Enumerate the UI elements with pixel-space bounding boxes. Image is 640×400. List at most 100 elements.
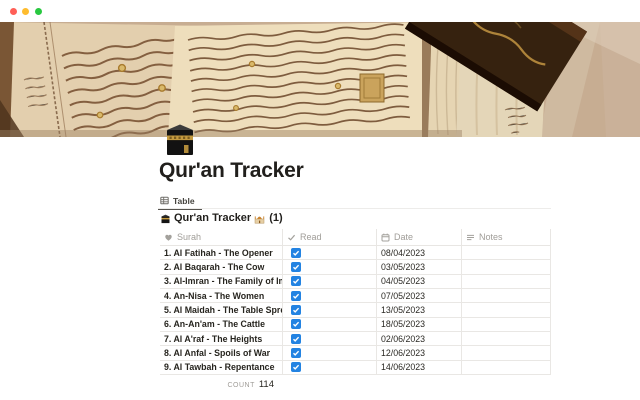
table-row: 4. An-Nisa - The Women 07/05/2023 (160, 289, 551, 303)
surah-cell[interactable]: 9. Al Tawbah - Repentance (160, 361, 283, 374)
date-cell[interactable]: 03/05/2023 (377, 260, 462, 273)
date-text: 04/05/2023 (381, 276, 425, 286)
date-text: 08/04/2023 (381, 248, 425, 258)
page-cover-image (0, 22, 640, 137)
date-cell[interactable]: 04/05/2023 (377, 275, 462, 288)
surah-cell[interactable]: 2. Al Baqarah - The Cow (160, 260, 283, 273)
tab-label: Table (173, 196, 195, 206)
surah-cell[interactable]: 3. Al-Imran - The Family of Imran (160, 275, 283, 288)
date-cell[interactable]: 08/04/2023 (377, 246, 462, 259)
read-checkbox[interactable] (291, 276, 301, 286)
notes-cell[interactable] (462, 346, 551, 359)
notes-cell[interactable] (462, 361, 551, 374)
tab-table[interactable]: Table (158, 193, 202, 210)
surah-text: 5. Al Maidah - The Table Spread (164, 305, 283, 315)
fullscreen-button[interactable] (35, 8, 42, 15)
checkmark-icon (292, 277, 300, 285)
date-text: 07/05/2023 (381, 291, 425, 301)
column-label: Notes (479, 232, 503, 242)
view-tab-bar: Table (158, 192, 551, 209)
notes-cell[interactable] (462, 289, 551, 302)
kaaba-emoji-icon (160, 118, 200, 158)
surah-text: 6. An-An'am - The Cattle (164, 319, 265, 329)
read-cell[interactable] (283, 275, 377, 288)
notes-cell[interactable] (462, 246, 551, 259)
date-text: 03/05/2023 (381, 262, 425, 272)
page-icon-kaaba[interactable] (160, 118, 200, 158)
count-value: 114 (259, 379, 274, 390)
read-cell[interactable] (283, 246, 377, 259)
column-label: Surah (177, 232, 201, 242)
date-text: 18/05/2023 (381, 319, 425, 329)
checkmark-icon (292, 263, 300, 271)
mosque-emoji-icon (254, 213, 265, 224)
database-table: Surah Read Date Notes 1. Al Fatihah - Th… (160, 229, 551, 375)
date-text: 12/06/2023 (381, 348, 425, 358)
kaaba-emoji-icon-small (160, 213, 171, 224)
table-header-row: Surah Read Date Notes (160, 229, 551, 246)
surah-cell[interactable]: 6. An-An'am - The Cattle (160, 318, 283, 331)
read-cell[interactable] (283, 260, 377, 273)
notes-cell[interactable] (462, 275, 551, 288)
notes-cell[interactable] (462, 332, 551, 345)
database-header[interactable]: Qur'an Tracker (1) (160, 212, 283, 224)
table-row: 1. Al Fatihah - The Opener 08/04/2023 (160, 246, 551, 260)
surah-cell[interactable]: 7. Al A'raf - The Heights (160, 332, 283, 345)
surah-cell[interactable]: 4. An-Nisa - The Women (160, 289, 283, 302)
column-header-date[interactable]: Date (377, 229, 462, 245)
checkmark-icon (292, 363, 300, 371)
date-cell[interactable]: 12/06/2023 (377, 346, 462, 359)
table-row: 7. Al A'raf - The Heights 02/06/2023 (160, 332, 551, 346)
read-cell[interactable] (283, 289, 377, 302)
read-checkbox[interactable] (291, 348, 301, 358)
notes-cell[interactable] (462, 318, 551, 331)
table-row: 9. Al Tawbah - Repentance 14/06/2023 (160, 361, 551, 375)
text-lines-icon (466, 233, 475, 242)
minimize-button[interactable] (22, 8, 29, 15)
database-view-count: (1) (269, 212, 282, 224)
count-footer[interactable]: COUNT 114 (160, 379, 274, 390)
column-header-surah[interactable]: Surah (160, 229, 283, 245)
read-cell[interactable] (283, 318, 377, 331)
read-checkbox[interactable] (291, 334, 301, 344)
table-row: 6. An-An'am - The Cattle 18/05/2023 (160, 318, 551, 332)
read-checkbox[interactable] (291, 362, 301, 372)
read-checkbox[interactable] (291, 319, 301, 329)
surah-text: 4. An-Nisa - The Women (164, 291, 264, 301)
surah-text: 8. Al Anfal - Spoils of War (164, 348, 270, 358)
read-checkbox[interactable] (291, 248, 301, 258)
window-titlebar (0, 0, 640, 22)
surah-cell[interactable]: 1. Al Fatihah - The Opener (160, 246, 283, 259)
surah-cell[interactable]: 5. Al Maidah - The Table Spread (160, 303, 283, 316)
date-cell[interactable]: 14/06/2023 (377, 361, 462, 374)
read-cell[interactable] (283, 332, 377, 345)
date-cell[interactable]: 07/05/2023 (377, 289, 462, 302)
read-checkbox[interactable] (291, 305, 301, 315)
checkmark-icon (292, 335, 300, 343)
date-text: 14/06/2023 (381, 362, 425, 372)
column-label: Date (394, 232, 413, 242)
date-cell[interactable]: 18/05/2023 (377, 318, 462, 331)
table-view-icon (160, 196, 169, 205)
surah-text: 7. Al A'raf - The Heights (164, 334, 262, 344)
count-label: COUNT (227, 382, 254, 389)
table-row: 2. Al Baqarah - The Cow 03/05/2023 (160, 260, 551, 274)
close-button[interactable] (10, 8, 17, 15)
heart-icon (164, 233, 173, 242)
notes-cell[interactable] (462, 303, 551, 316)
column-header-read[interactable]: Read (283, 229, 377, 245)
date-cell[interactable]: 02/06/2023 (377, 332, 462, 345)
table-body: 1. Al Fatihah - The Opener 08/04/2023 2.… (160, 246, 551, 375)
check-icon (287, 233, 296, 242)
date-cell[interactable]: 13/05/2023 (377, 303, 462, 316)
read-checkbox[interactable] (291, 291, 301, 301)
column-header-notes[interactable]: Notes (462, 229, 551, 245)
notes-cell[interactable] (462, 260, 551, 273)
read-cell[interactable] (283, 361, 377, 374)
surah-text: 9. Al Tawbah - Repentance (164, 362, 274, 372)
read-checkbox[interactable] (291, 262, 301, 272)
read-cell[interactable] (283, 303, 377, 316)
read-cell[interactable] (283, 346, 377, 359)
surah-cell[interactable]: 8. Al Anfal - Spoils of War (160, 346, 283, 359)
page-title[interactable]: Qur'an Tracker (159, 159, 304, 183)
